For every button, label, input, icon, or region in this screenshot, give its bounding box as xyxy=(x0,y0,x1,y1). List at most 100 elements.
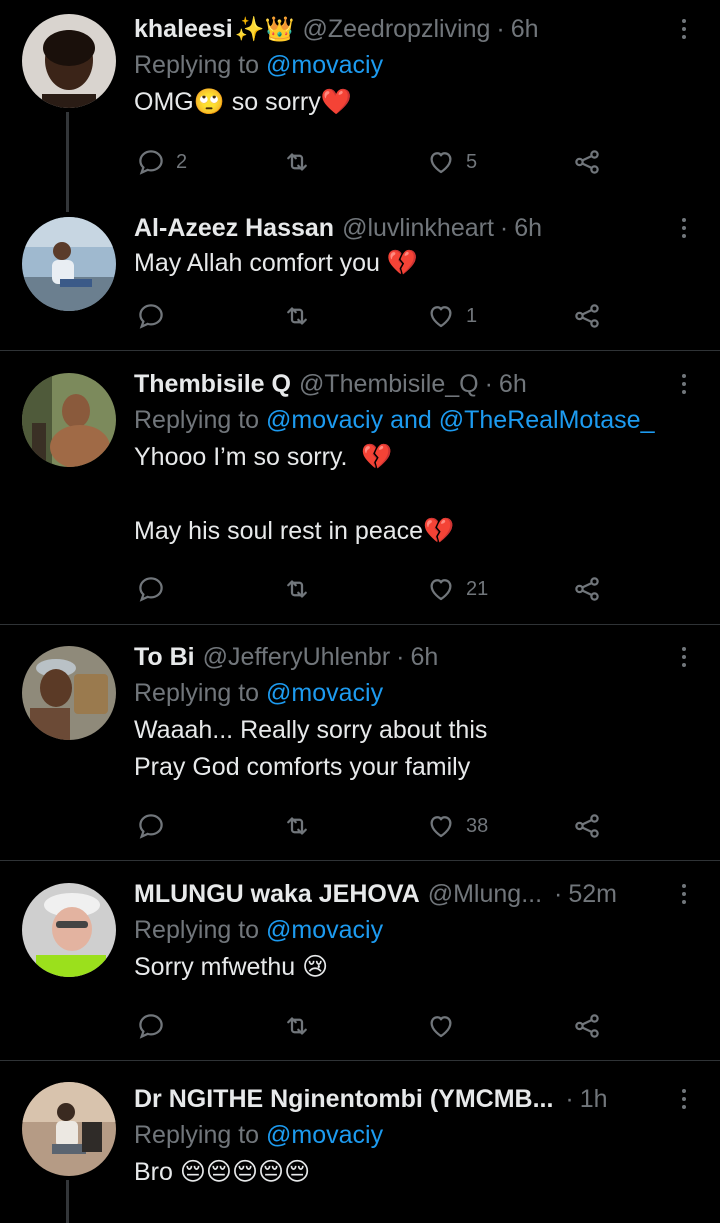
like-button[interactable] xyxy=(426,1009,466,1043)
more-options-icon[interactable] xyxy=(672,1082,696,1116)
display-name[interactable]: To Bi xyxy=(134,643,195,672)
timestamp[interactable]: 52m xyxy=(568,880,617,909)
avatar[interactable] xyxy=(22,373,116,467)
share-button[interactable] xyxy=(572,299,602,333)
tweet-text: Waaah... Really sorry about this Pray Go… xyxy=(134,716,488,781)
heart-icon xyxy=(430,306,452,328)
share-icon xyxy=(575,304,599,328)
mention-link[interactable]: @movaciy xyxy=(266,51,383,79)
tweet-text: Yhooo I’m so sorry. 💔 May his soul rest … xyxy=(134,443,455,545)
reply-icon xyxy=(139,577,163,602)
more-options-icon[interactable] xyxy=(672,367,696,401)
display-name[interactable]: Thembisile Q xyxy=(134,370,291,399)
display-name[interactable]: Al-Azeez Hassan xyxy=(134,214,334,243)
like-count: 1 xyxy=(466,304,478,327)
tweet-header: Thembisile Q @Thembisile_Q · 6h xyxy=(134,369,527,399)
heart-icon xyxy=(430,579,452,601)
timestamp[interactable]: 6h xyxy=(410,643,438,672)
timestamp[interactable]: 6h xyxy=(514,214,542,243)
avatar[interactable] xyxy=(22,14,116,108)
mention-link[interactable]: @movaciy xyxy=(266,916,383,944)
username[interactable]: @JefferyUhlenbr xyxy=(203,643,391,672)
mention-link[interactable]: @movaciy xyxy=(266,1121,383,1149)
share-button[interactable] xyxy=(572,1009,602,1043)
tweet-actions: 2 5 xyxy=(136,145,606,179)
reply-icon xyxy=(139,814,163,839)
tweet-header: To Bi @JefferyUhlenbr · 6h xyxy=(134,642,439,672)
tweet-divider xyxy=(0,860,720,861)
retweet-icon xyxy=(287,307,307,325)
username[interactable]: @Mlung... xyxy=(428,880,542,909)
heart-icon xyxy=(430,816,452,838)
tweet-text: OMG🙄 so sorry❤️ xyxy=(134,88,352,116)
retweet-button[interactable] xyxy=(282,145,322,179)
reply-icon xyxy=(139,1014,163,1039)
replying-to: Replying to @movaciy xyxy=(134,679,384,707)
tweet-header: khaleesi ✨👑 @Zeedropzliving · 6h xyxy=(134,14,539,44)
replying-to: Replying to @movaciy xyxy=(134,51,384,79)
reply-button[interactable] xyxy=(136,1009,176,1043)
tweet-divider xyxy=(0,1060,720,1061)
reply-icon xyxy=(139,150,163,175)
like-button[interactable]: 5 xyxy=(426,145,477,179)
mention-link[interactable]: @TheRealMotase_ xyxy=(439,406,655,434)
username[interactable]: @luvlinkheart xyxy=(342,214,494,243)
tweet-header: Al-Azeez Hassan @luvlinkheart · 6h xyxy=(134,213,543,243)
more-options-icon[interactable] xyxy=(672,211,696,245)
heart-icon xyxy=(430,152,452,174)
share-icon xyxy=(575,814,599,838)
timestamp[interactable]: 6h xyxy=(499,370,527,399)
retweet-button[interactable] xyxy=(282,809,322,843)
more-options-icon[interactable] xyxy=(672,640,696,674)
avatar[interactable] xyxy=(22,1082,116,1176)
like-count: 21 xyxy=(466,577,489,600)
replying-to: Replying to @movaciy and @TheRealMotase_ xyxy=(134,406,655,434)
display-name[interactable]: Dr NGITHE Nginentombi (YMCMB... xyxy=(134,1085,553,1114)
tweet-text: Sorry mfwethu 😢 xyxy=(134,953,329,981)
avatar[interactable] xyxy=(22,217,116,311)
reply-button[interactable] xyxy=(136,299,176,333)
retweet-icon xyxy=(287,580,307,598)
share-button[interactable] xyxy=(572,809,602,843)
thread-connector xyxy=(66,1180,69,1223)
like-button[interactable]: 1 xyxy=(426,299,477,333)
retweet-button[interactable] xyxy=(282,572,322,606)
share-button[interactable] xyxy=(572,145,602,179)
reply-button[interactable] xyxy=(136,809,176,843)
retweet-icon xyxy=(287,817,307,835)
timestamp[interactable]: 6h xyxy=(511,15,539,44)
share-icon xyxy=(575,577,599,601)
reply-button[interactable]: 2 xyxy=(136,145,187,179)
more-options-icon[interactable] xyxy=(672,877,696,911)
timestamp[interactable]: 1h xyxy=(580,1085,608,1114)
share-button[interactable] xyxy=(572,572,602,606)
tweet-text: May Allah comfort you 💔 xyxy=(134,249,419,277)
reply-button[interactable] xyxy=(136,572,176,606)
tweet-actions: 38 xyxy=(136,809,606,843)
tweet-header: Dr NGITHE Nginentombi (YMCMB... · 1h xyxy=(134,1084,608,1114)
heart-icon xyxy=(430,1016,452,1038)
tweet-divider xyxy=(0,624,720,625)
username[interactable]: @Zeedropzliving xyxy=(302,15,490,44)
like-button[interactable]: 38 xyxy=(426,809,488,843)
mention-link[interactable]: @movaciy xyxy=(266,406,383,434)
username[interactable]: @Thembisile_Q xyxy=(299,370,479,399)
tweet-text: Bro 😔😔😔😔😔 xyxy=(134,1158,311,1186)
retweet-button[interactable] xyxy=(282,1009,322,1043)
retweet-icon xyxy=(287,1017,307,1035)
avatar[interactable] xyxy=(22,646,116,740)
thread-connector xyxy=(66,112,69,212)
reply-icon xyxy=(139,304,163,329)
avatar[interactable] xyxy=(22,883,116,977)
like-button[interactable]: 21 xyxy=(426,572,488,606)
more-options-icon[interactable] xyxy=(672,12,696,46)
display-name[interactable]: khaleesi xyxy=(134,15,233,44)
tweet-header: MLUNGU waka JEHOVA @Mlung... · 52m xyxy=(134,879,617,909)
display-name[interactable]: MLUNGU waka JEHOVA xyxy=(134,880,420,909)
mention-link[interactable]: @movaciy xyxy=(266,679,383,707)
reply-count: 2 xyxy=(176,150,188,173)
retweet-button[interactable] xyxy=(282,299,322,333)
tweet-divider xyxy=(0,350,720,351)
name-emoji: ✨👑 xyxy=(234,15,295,43)
tweet-actions xyxy=(136,1009,606,1043)
